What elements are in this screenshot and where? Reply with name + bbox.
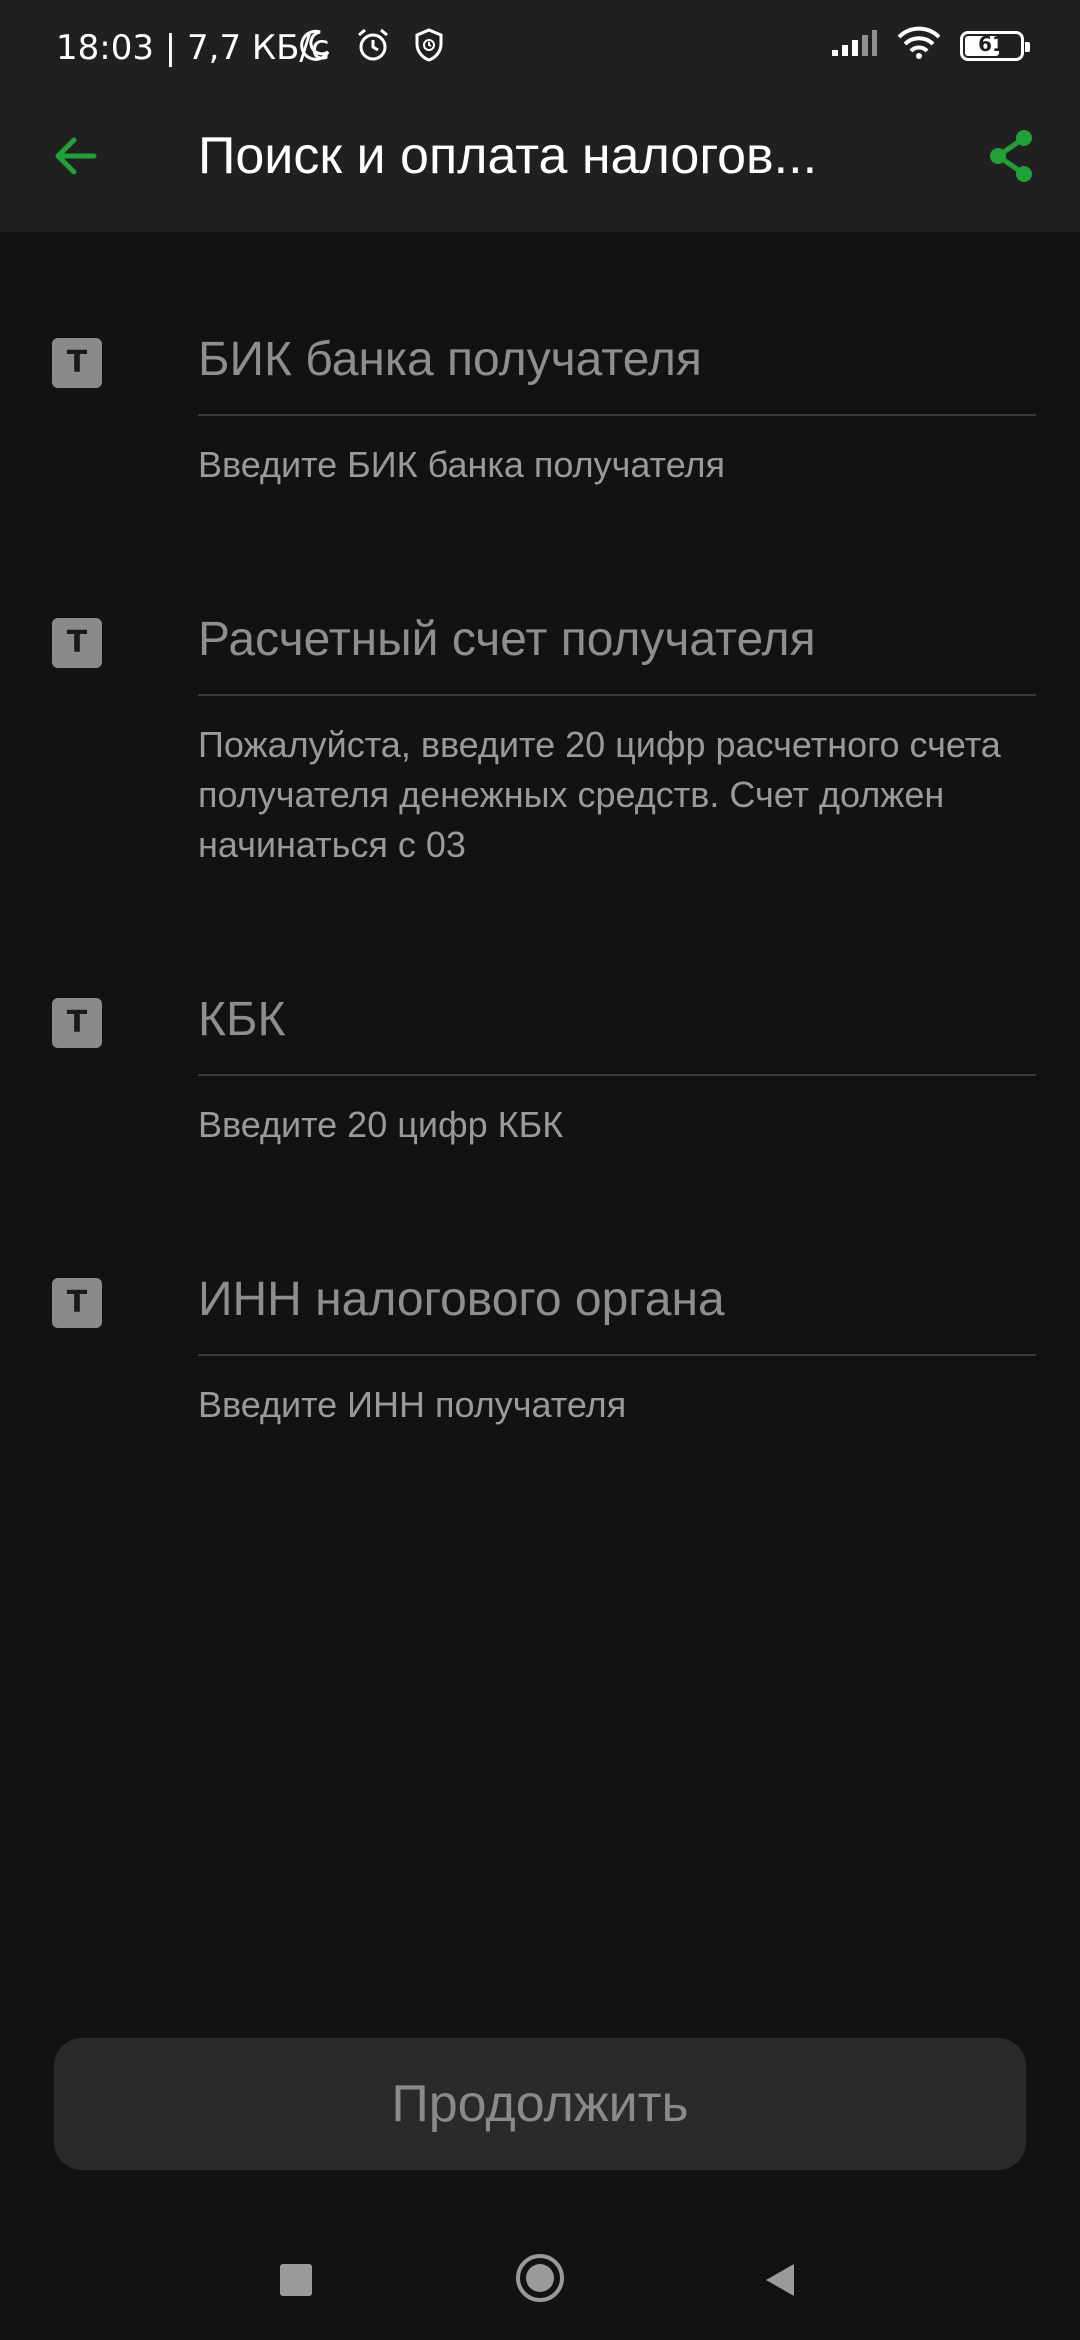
wifi-icon xyxy=(896,26,942,65)
field-label-kbk[interactable]: КБК xyxy=(198,990,1034,1050)
field-label-account[interactable]: Расчетный счет получателя xyxy=(198,610,1034,670)
battery-tip xyxy=(1025,41,1030,52)
moon-icon xyxy=(298,28,332,67)
field-underline xyxy=(198,414,1036,416)
field-label-inn[interactable]: ИНН налогового органа xyxy=(198,1270,1034,1330)
status-bar: 18:03 | 7,7 КБ/с 61 xyxy=(0,0,1080,96)
status-icons-left xyxy=(298,26,444,69)
alarm-icon xyxy=(354,26,392,69)
share-icon xyxy=(990,130,1032,182)
arrow-left-icon xyxy=(55,137,97,175)
continue-button[interactable]: Продолжить xyxy=(54,2038,1026,2170)
field-underline xyxy=(198,1074,1036,1076)
field-hint-account: Пожалуйста, введите 20 цифр расчетного с… xyxy=(198,724,1001,865)
page-title: Поиск и оплата налогов... xyxy=(198,127,818,185)
text-type-icon: T xyxy=(52,338,102,388)
back-button[interactable] xyxy=(44,124,108,188)
back-icon[interactable] xyxy=(760,2260,800,2300)
shield-icon xyxy=(414,27,444,68)
field-underline xyxy=(198,694,1036,696)
status-icons-right: 61 xyxy=(830,26,1030,65)
field-label-bik[interactable]: БИК банка получателя xyxy=(198,330,1034,390)
recents-icon[interactable] xyxy=(280,2264,312,2296)
field-hint-bik: Введите БИК банка получателя xyxy=(198,444,726,485)
battery-icon: 61 xyxy=(960,30,1030,61)
signal-icon xyxy=(830,28,878,63)
home-icon[interactable] xyxy=(514,2252,566,2304)
text-type-icon: T xyxy=(52,998,102,1048)
field-underline xyxy=(198,1354,1036,1356)
status-time-speed: 18:03 | 7,7 КБ/с xyxy=(56,28,330,68)
field-hint-kbk: Введите 20 цифр КБК xyxy=(198,1104,564,1145)
battery-level: 61 xyxy=(978,31,1006,56)
text-type-icon: T xyxy=(52,1278,102,1328)
field-hint-inn: Введите ИНН получателя xyxy=(198,1384,627,1425)
app-bar: Поиск и оплата налогов... xyxy=(0,96,1080,232)
share-button[interactable] xyxy=(980,124,1044,188)
text-type-icon: T xyxy=(52,618,102,668)
system-nav-bar xyxy=(0,2222,1080,2340)
